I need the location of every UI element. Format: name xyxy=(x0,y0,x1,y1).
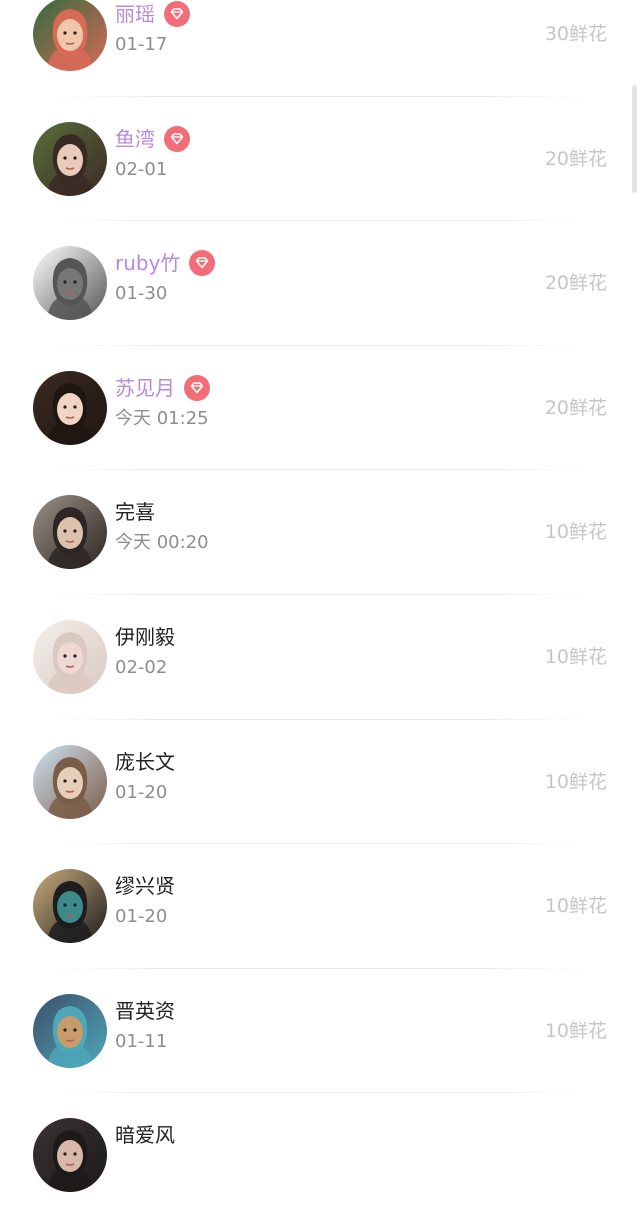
user-name[interactable]: 完喜 xyxy=(115,496,155,528)
avatar[interactable] xyxy=(33,993,107,1068)
user-name[interactable]: 伊刚毅 xyxy=(115,621,175,653)
name-line: 暗爱风 xyxy=(115,1119,175,1151)
user-name[interactable]: 晋英资 xyxy=(115,995,175,1027)
avatar[interactable] xyxy=(33,1118,107,1193)
time-label: 01-17 xyxy=(115,34,168,55)
vip-diamond-icon xyxy=(164,125,190,152)
avatar[interactable] xyxy=(33,869,107,944)
time-label: 01-11 xyxy=(115,1030,168,1052)
list-item[interactable]: 丽瑶 01-17 30鲜花 xyxy=(0,0,640,97)
user-name[interactable]: 丽瑶 xyxy=(115,0,155,30)
vip-diamond-icon xyxy=(184,374,210,401)
avatar[interactable] xyxy=(33,370,107,445)
name-line: 丽瑶 xyxy=(115,0,190,30)
flower-count: 30鲜花 xyxy=(544,23,607,45)
time-label: 01-20 xyxy=(115,906,168,928)
flower-count: 10鲜花 xyxy=(544,895,607,918)
list-item[interactable]: 缪兴贤 01-20 10鲜花 xyxy=(0,844,640,969)
user-name[interactable]: 庞长文 xyxy=(115,746,175,778)
list-item[interactable]: 暗爱风 xyxy=(0,1093,640,1218)
name-line: 苏见月 xyxy=(115,372,210,404)
time-label: 01-30 xyxy=(115,283,168,305)
name-line: 伊刚毅 xyxy=(115,621,175,653)
name-line: 完喜 xyxy=(115,496,155,528)
user-name[interactable]: 暗爱风 xyxy=(115,1119,175,1151)
name-line: ruby竹 xyxy=(115,247,216,279)
user-name[interactable]: ruby竹 xyxy=(115,247,180,279)
list-item[interactable]: 苏见月 今天 01:25 20鲜花 xyxy=(0,346,640,471)
avatar[interactable] xyxy=(33,495,107,570)
list-item[interactable]: 晋英资 01-11 10鲜花 xyxy=(0,969,640,1094)
scrollbar[interactable] xyxy=(632,85,637,193)
time-label: 02-02 xyxy=(115,656,168,678)
flower-count: 20鲜花 xyxy=(544,396,607,419)
list-item[interactable]: 庞长文 01-20 10鲜花 xyxy=(0,720,640,845)
flower-count: 20鲜花 xyxy=(544,272,607,295)
avatar[interactable] xyxy=(33,0,107,71)
flower-count: 10鲜花 xyxy=(544,1019,607,1042)
list-item[interactable]: 伊刚毅 02-02 10鲜花 xyxy=(0,595,640,720)
user-name[interactable]: 鱼湾 xyxy=(115,123,155,155)
time-label: 01-20 xyxy=(115,781,168,803)
list-item[interactable]: ruby竹 01-30 20鲜花 xyxy=(0,221,640,346)
vip-diamond-icon xyxy=(164,1,190,27)
avatar[interactable] xyxy=(33,619,107,694)
name-line: 晋英资 xyxy=(115,995,175,1027)
flower-count: 10鲜花 xyxy=(544,770,607,793)
list-item[interactable]: 完喜 今天 00:20 10鲜花 xyxy=(0,470,640,595)
flower-count: 10鲜花 xyxy=(544,645,607,668)
time-label: 今天 01:25 xyxy=(115,407,209,429)
flower-count: 10鲜花 xyxy=(544,521,607,544)
avatar[interactable] xyxy=(33,121,107,196)
list-item[interactable]: 鱼湾 02-01 20鲜花 xyxy=(0,97,640,222)
avatar[interactable] xyxy=(33,744,107,819)
vip-diamond-icon xyxy=(189,250,216,277)
flower-count: 20鲜花 xyxy=(544,147,607,170)
time-label: 今天 00:20 xyxy=(115,532,209,554)
name-line: 庞长文 xyxy=(115,746,175,778)
user-name[interactable]: 缪兴贤 xyxy=(115,870,175,902)
name-line: 缪兴贤 xyxy=(115,870,175,902)
user-name[interactable]: 苏见月 xyxy=(115,372,175,404)
gift-ranking-list: 丽瑶 01-17 30鲜花 鱼湾 02-01 20鲜花 ruby竹 01-30 … xyxy=(0,0,640,1218)
name-line: 鱼湾 xyxy=(115,123,190,155)
time-label: 02-01 xyxy=(115,158,168,180)
avatar[interactable] xyxy=(33,246,107,321)
